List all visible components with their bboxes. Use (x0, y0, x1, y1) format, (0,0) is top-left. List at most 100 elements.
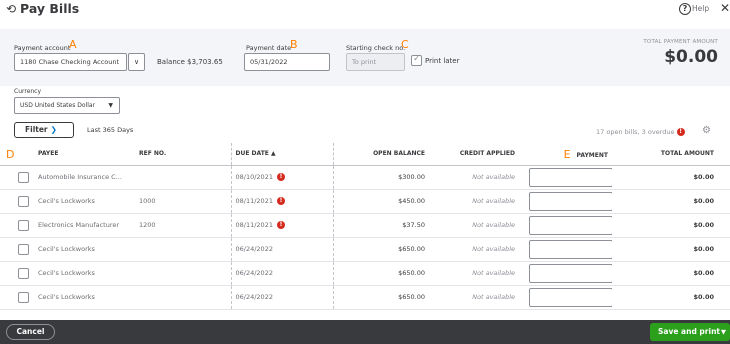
due-date: 08/11/2021 (235, 197, 273, 205)
row-select-cell (0, 189, 34, 214)
table-row[interactable]: Electronics Manufacturer 1200 08/11/2021! $… (0, 213, 730, 238)
payment-input[interactable] (529, 191, 612, 211)
col-total-amount[interactable]: TOTAL AMOUNT (612, 143, 730, 166)
total-payment-label: TOTAL PAYMENT AMOUNT (643, 39, 718, 45)
payment-input[interactable] (529, 287, 612, 307)
col-payee[interactable]: PAYEE (34, 143, 135, 166)
col-payment[interactable]: E PAYMENT (519, 143, 612, 166)
overdue-icon: ! (276, 221, 285, 229)
filter-label: Filter (25, 125, 48, 134)
open-balance-cell: $650.00 (333, 237, 429, 262)
payment-input[interactable] (529, 239, 612, 259)
total-amount-cell: $0.00 (612, 165, 730, 190)
ref-cell: 1200 (135, 213, 231, 238)
payee-cell: Electronics Manufacturer (34, 213, 135, 238)
date-range: Last 365 Days (87, 126, 134, 134)
total-amount-cell: $0.00 (612, 285, 730, 310)
starting-check-label: Starting check no. (346, 44, 406, 52)
table-row[interactable]: Automobile Insurance C... 08/10/2021! $300… (0, 165, 730, 190)
help-link[interactable]: Help (692, 4, 709, 13)
payment-cell (519, 285, 612, 310)
col-credit-applied[interactable]: CREDIT APPLIED (429, 143, 519, 166)
col-ref[interactable]: REF NO. (135, 143, 231, 166)
credit-applied-cell: Not available (429, 213, 519, 238)
row-checkbox[interactable] (18, 195, 29, 207)
bills-table: D PAYEE REF NO. DUE DATE ▲ OPEN BALANCE … (0, 143, 730, 310)
row-select-cell (0, 285, 34, 310)
credit-applied-cell: Not available (429, 285, 519, 310)
row-checkbox[interactable] (18, 291, 29, 303)
total-amount-cell: $0.00 (612, 237, 730, 262)
payee-cell: Cecil's Lockworks (34, 261, 135, 286)
due-date: 06/24/2022 (235, 245, 273, 253)
payee-cell: Cecil's Lockworks (34, 237, 135, 262)
close-icon[interactable]: ✕ (720, 1, 730, 15)
print-later-checkbox[interactable] (411, 54, 422, 66)
select-all-header: D (0, 143, 34, 166)
table-row[interactable]: Cecil's Lockworks 06/24/2022 $650.00 Not av… (0, 237, 730, 262)
due-date: 08/11/2021 (235, 221, 273, 229)
caret-down-icon[interactable]: ▼ (721, 323, 726, 341)
chevron-right-icon: ❯ (50, 125, 57, 134)
chevron-down-icon[interactable]: ∨ (128, 53, 145, 71)
payment-input[interactable] (529, 215, 612, 235)
credit-applied-cell: Not available (429, 189, 519, 214)
payee-cell: Cecil's Lockworks (34, 285, 135, 310)
row-select-cell (0, 261, 34, 286)
credit-applied-cell: Not available (429, 237, 519, 262)
ref-cell (135, 165, 231, 190)
table-row[interactable]: Cecil's Lockworks 1000 08/11/2021! $450.00 N… (0, 189, 730, 214)
total-amount-cell: $0.00 (612, 213, 730, 238)
total-amount-cell: $0.00 (612, 261, 730, 286)
row-checkbox[interactable] (18, 171, 29, 183)
starting-check-input[interactable]: To print (346, 53, 405, 71)
currency-label: Currency (14, 88, 42, 95)
page-title: Pay Bills (20, 1, 80, 16)
due-date-cell: 06/24/2022 (230, 285, 334, 310)
open-balance-cell: $650.00 (333, 261, 429, 286)
save-and-print-button[interactable]: Save and print ▼ (650, 323, 730, 341)
summary-text: 17 open bills, 3 overdue (596, 128, 675, 136)
open-balance-cell: $450.00 (333, 189, 429, 214)
ref-cell (135, 261, 231, 286)
table-row[interactable]: Cecil's Lockworks 06/24/2022 $650.00 Not av… (0, 261, 730, 286)
due-date: 06/24/2022 (235, 293, 273, 301)
due-date: 08/10/2021 (235, 173, 273, 181)
row-checkbox[interactable] (18, 243, 29, 255)
cancel-button[interactable]: Cancel (6, 324, 55, 340)
overdue-icon: ! (676, 128, 685, 136)
payee-cell: Cecil's Lockworks (34, 189, 135, 214)
filter-button[interactable]: Filter ❯ (14, 122, 74, 138)
row-checkbox[interactable] (18, 219, 29, 231)
account-balance: Balance $3,703.65 (157, 58, 223, 66)
annotation-e: E (563, 148, 571, 162)
due-date-cell: 08/11/2021! (230, 213, 334, 238)
due-date-cell: 06/24/2022 (230, 237, 334, 262)
page-header: ⟲ Pay Bills ? Help ✕ (0, 0, 730, 24)
gear-icon[interactable]: ⚙ (702, 125, 711, 136)
col-open-balance[interactable]: OPEN BALANCE (333, 143, 429, 166)
open-balance-cell: $650.00 (333, 285, 429, 310)
payment-input[interactable] (529, 263, 612, 283)
row-checkbox[interactable] (18, 267, 29, 279)
payee-cell: Automobile Insurance C... (34, 165, 135, 190)
history-icon[interactable]: ⟲ (6, 2, 16, 16)
annotation-b: B (290, 38, 298, 51)
table-row[interactable]: Cecil's Lockworks 06/24/2022 $650.00 Not av… (0, 285, 730, 310)
col-due-date[interactable]: DUE DATE ▲ (230, 143, 334, 166)
currency-select[interactable]: USD United States Dollar ▼ (14, 97, 120, 114)
row-select-cell (0, 213, 34, 238)
caret-down-icon: ▼ (108, 102, 113, 109)
payment-input[interactable] (529, 167, 612, 187)
payment-date-input[interactable]: 05/31/2022 (244, 53, 330, 71)
print-later-label: Print later (425, 57, 460, 65)
help-icon[interactable]: ? (679, 3, 691, 15)
annotation-a: A (69, 38, 77, 51)
due-date-cell: 08/10/2021! (230, 165, 334, 190)
table-header: D PAYEE REF NO. DUE DATE ▲ OPEN BALANCE … (0, 143, 730, 166)
payment-account-select[interactable]: 1180 Chase Checking Account (14, 53, 127, 71)
col-payment-label: PAYMENT (576, 152, 608, 160)
payment-cell (519, 213, 612, 238)
currency-value: USD United States Dollar (20, 102, 96, 109)
total-amount-cell: $0.00 (612, 189, 730, 214)
